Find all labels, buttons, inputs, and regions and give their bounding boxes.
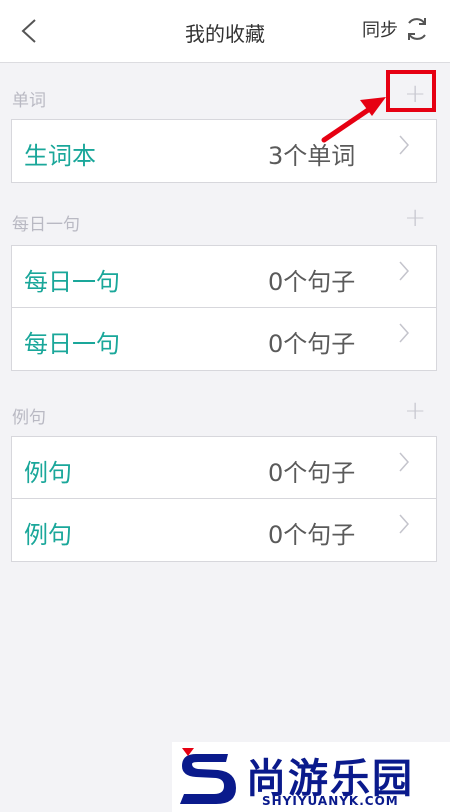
sync-label: 同步 [362, 20, 398, 41]
item-count: 0个句子 [268, 330, 356, 358]
chevron-right-icon [399, 452, 410, 472]
section-label: 每日一句 [12, 215, 80, 235]
item-count: 0个句子 [268, 521, 356, 549]
item-title: 生词本 [24, 142, 96, 170]
list-item[interactable]: 每日一句 0个句子 [12, 308, 436, 370]
words-list: 生词本 3个单词 [11, 119, 437, 183]
list-item[interactable]: 例句 0个句子 [12, 437, 436, 499]
watermark-logo: 尚游乐园 SHYIYUANYK.COM [172, 742, 450, 812]
section-header-examples: 例句 + [0, 393, 450, 433]
item-count: 3个单词 [268, 142, 356, 170]
section-header-words: 单词 + [0, 76, 450, 116]
add-examples-button[interactable]: + [404, 397, 426, 425]
examples-list: 例句 0个句子 例句 0个句子 [11, 436, 437, 562]
section-label: 例句 [12, 408, 46, 428]
chevron-right-icon [399, 323, 410, 343]
item-title: 每日一句 [24, 330, 120, 358]
sync-button[interactable]: 同步 [362, 16, 430, 42]
section-header-daily: 每日一句 + [0, 200, 450, 240]
item-count: 0个句子 [268, 268, 356, 296]
chevron-right-icon [399, 261, 410, 281]
list-item[interactable]: 例句 0个句子 [12, 499, 436, 561]
item-count: 0个句子 [268, 459, 356, 487]
item-title: 例句 [24, 459, 72, 487]
list-item[interactable]: 每日一句 0个句子 [12, 246, 436, 308]
sync-icon [408, 18, 426, 40]
logo-s-icon [180, 748, 236, 804]
chevron-right-icon [399, 514, 410, 534]
item-title: 每日一句 [24, 268, 120, 296]
nav-bar: 我的收藏 同步 [0, 0, 450, 63]
watermark-text-en: SHYIYUANYK.COM [262, 794, 399, 808]
item-title: 例句 [24, 521, 72, 549]
highlight-box [386, 70, 436, 112]
section-label: 单词 [12, 91, 46, 111]
add-daily-button[interactable]: + [404, 204, 426, 232]
chevron-right-icon [399, 135, 410, 155]
list-item[interactable]: 生词本 3个单词 [12, 120, 436, 182]
daily-list: 每日一句 0个句子 每日一句 0个句子 [11, 245, 437, 371]
